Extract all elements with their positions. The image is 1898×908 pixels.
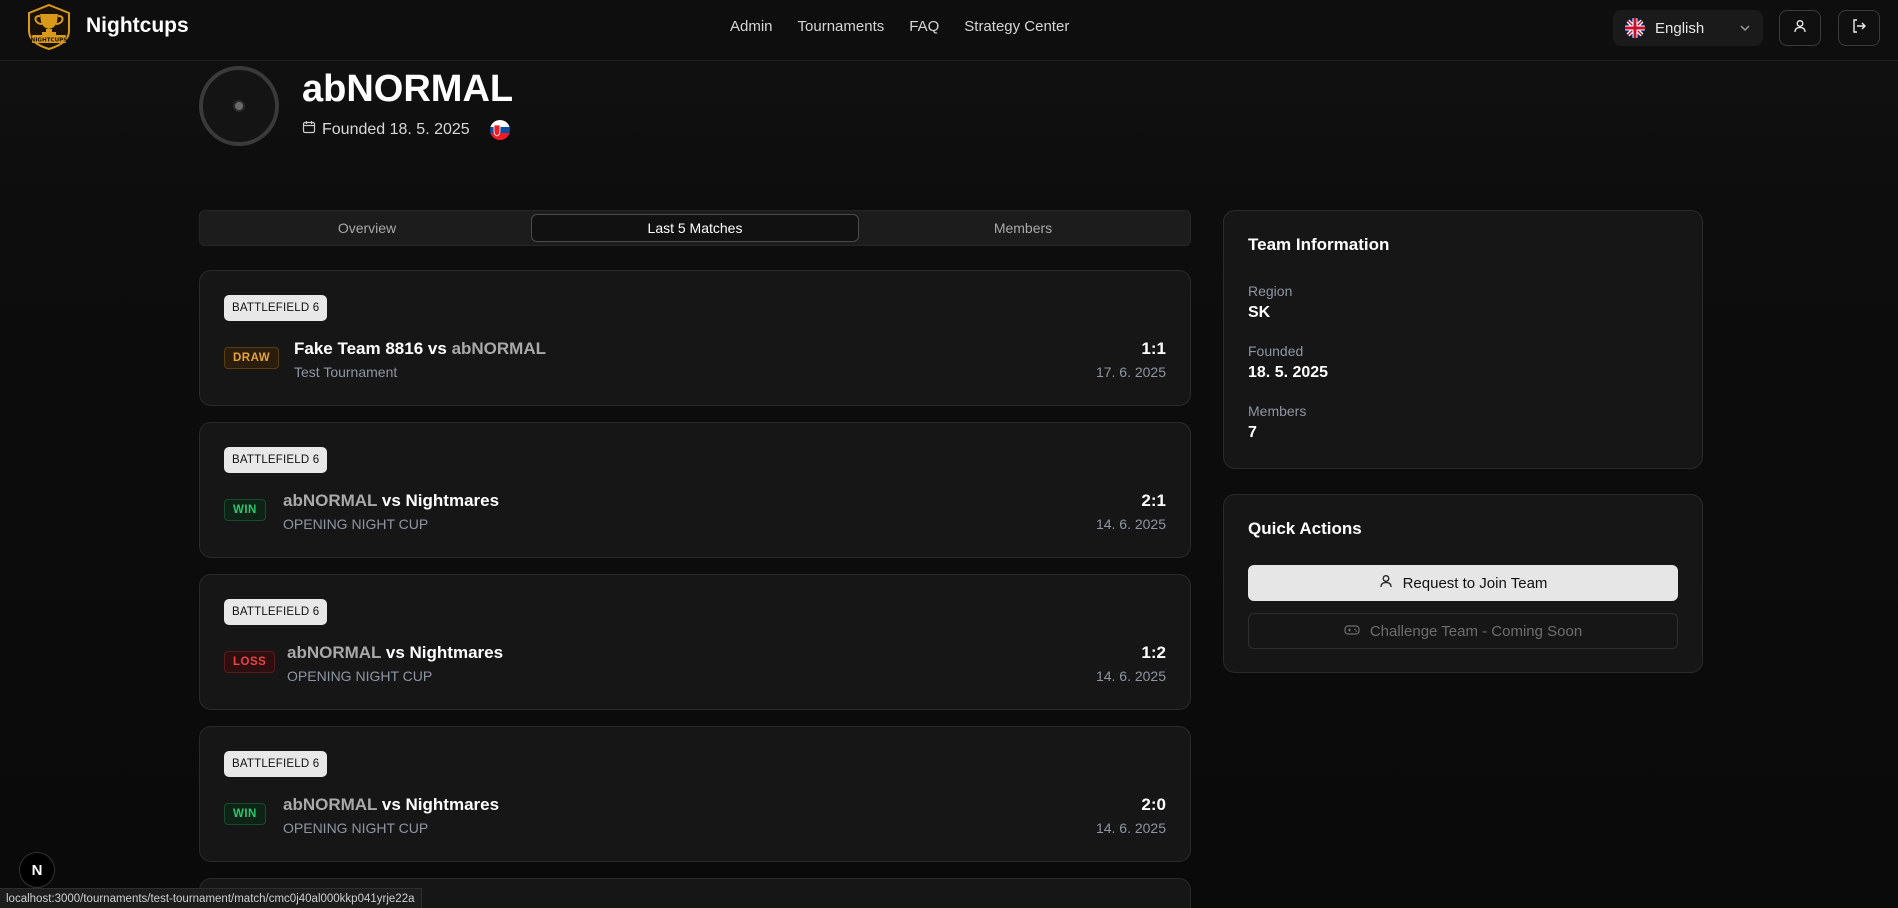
gamepad-icon: [1344, 623, 1370, 640]
team1-name: abNORMAL: [283, 795, 378, 814]
panel-title: Quick Actions: [1248, 519, 1362, 538]
tournament-name: OPENING NIGHT CUP: [283, 516, 429, 532]
match-score: 2:0: [1141, 795, 1166, 814]
match-date: 14. 6. 2025: [1095, 516, 1166, 532]
team-information-panel: Team Information Region SK Founded 18. 5…: [1223, 210, 1703, 469]
link-status-bar: localhost:3000/tournaments/test-tourname…: [0, 888, 422, 908]
region-value: SK: [1248, 304, 1271, 321]
founded-text: Founded 18. 5. 2025: [322, 120, 470, 138]
members-value: 7: [1248, 424, 1257, 441]
profile-button[interactable]: [1779, 10, 1821, 46]
vs-text: vs: [427, 339, 447, 358]
team2-name: Nightmares: [405, 795, 500, 814]
team1-name: abNORMAL: [283, 491, 378, 510]
region-label: Region: [1248, 283, 1293, 299]
uk-flag-icon: [1625, 18, 1645, 38]
slovakia-flag-icon: [490, 120, 510, 140]
result-badge-draw: DRAW: [224, 347, 280, 369]
match-score: 2:1: [1141, 491, 1166, 510]
match-card[interactable]: BATTLEFIELD 6 DRAW Fake Team 8816 vs abN…: [199, 270, 1191, 406]
match-title: abNORMAL vs Nightmares: [287, 643, 503, 663]
request-to-join-button[interactable]: Request to Join Team: [1248, 565, 1678, 601]
founded-label: Founded: [1248, 343, 1304, 359]
game-badge: BATTLEFIELD 6: [224, 751, 328, 777]
match-date: 14. 6. 2025: [1095, 668, 1166, 684]
game-badge: BATTLEFIELD 6: [224, 295, 328, 321]
team2-name: Nightmares: [409, 643, 504, 662]
founded-value: 18. 5. 2025: [1248, 364, 1329, 381]
game-badge: BATTLEFIELD 6: [224, 599, 328, 625]
game-badge: BATTLEFIELD 6: [224, 447, 328, 473]
logout-icon: [1851, 18, 1867, 39]
panel-title: Team Information: [1248, 235, 1390, 254]
language-select[interactable]: English: [1613, 10, 1763, 46]
brand-name[interactable]: Nightcups: [86, 14, 189, 38]
match-date: 14. 6. 2025: [1095, 820, 1166, 836]
nextjs-dev-badge[interactable]: N: [19, 852, 55, 888]
nav-link-faq[interactable]: FAQ: [909, 18, 939, 35]
tab-last-5-matches[interactable]: Last 5 Matches: [531, 214, 859, 242]
match-card[interactable]: BATTLEFIELD 6 WIN abNORMAL vs Nightmares…: [199, 422, 1191, 558]
nav-link-strategy-center[interactable]: Strategy Center: [964, 18, 1069, 35]
request-to-join-label: Request to Join Team: [1402, 574, 1548, 592]
user-icon: [1793, 19, 1807, 38]
team2-name: abNORMAL: [451, 339, 547, 358]
tab-overview[interactable]: Overview: [203, 214, 531, 242]
logo-text: NIGHTCUPS: [31, 38, 68, 44]
match-card[interactable]: BATTLEFIELD 6 LOSS abNORMAL vs Nightmare…: [199, 574, 1191, 710]
match-date: 17. 6. 2025: [1095, 364, 1166, 380]
team1-name: abNORMAL: [287, 643, 382, 662]
team-avatar: [199, 66, 279, 146]
result-badge-win: WIN: [224, 803, 266, 825]
tournament-name: OPENING NIGHT CUP: [287, 668, 433, 684]
team1-name: Fake Team 8816: [294, 339, 424, 358]
quick-actions-panel: Quick Actions Request to Join Team Chall…: [1223, 494, 1703, 673]
members-label: Members: [1248, 403, 1307, 419]
challenge-team-button[interactable]: Challenge Team - Coming Soon: [1248, 613, 1678, 649]
vs-text: vs: [381, 491, 401, 510]
team-founded: Founded 18. 5. 2025: [302, 120, 470, 139]
team-name: abNORMAL: [302, 68, 514, 110]
nav-link-tournaments[interactable]: Tournaments: [798, 18, 885, 35]
tab-members[interactable]: Members: [859, 214, 1187, 242]
match-card[interactable]: BATTLEFIELD 6 WIN abNORMAL vs Nightmares…: [199, 726, 1191, 862]
team2-name: Nightmares: [405, 491, 500, 510]
language-label: English: [1655, 19, 1705, 37]
result-badge-loss: LOSS: [224, 651, 276, 673]
match-title: abNORMAL vs Nightmares: [283, 795, 499, 815]
vs-text: vs: [381, 795, 401, 814]
match-score: 1:1: [1141, 339, 1166, 358]
user-icon: [1379, 574, 1403, 592]
main-nav: Admin Tournaments FAQ Strategy Center: [730, 18, 1069, 35]
vs-text: vs: [385, 643, 405, 662]
team-tabs: Overview Last 5 Matches Members: [199, 210, 1191, 246]
chevron-down-icon: [1739, 21, 1751, 38]
match-score: 1:2: [1141, 643, 1166, 662]
match-title: abNORMAL vs Nightmares: [283, 491, 499, 511]
nav-link-admin[interactable]: Admin: [730, 18, 773, 35]
challenge-team-label: Challenge Team - Coming Soon: [1369, 622, 1583, 640]
nightcups-logo[interactable]: NIGHTCUPS: [25, 3, 73, 51]
result-badge-win: WIN: [224, 499, 266, 521]
match-title: Fake Team 8816 vs abNORMAL: [294, 339, 546, 359]
calendar-icon: [302, 120, 322, 139]
tournament-name: Test Tournament: [294, 364, 398, 380]
logout-button[interactable]: [1838, 10, 1880, 46]
tournament-name: OPENING NIGHT CUP: [283, 820, 429, 836]
top-navbar: NIGHTCUPS Nightcups Admin Tournaments FA…: [0, 0, 1898, 61]
